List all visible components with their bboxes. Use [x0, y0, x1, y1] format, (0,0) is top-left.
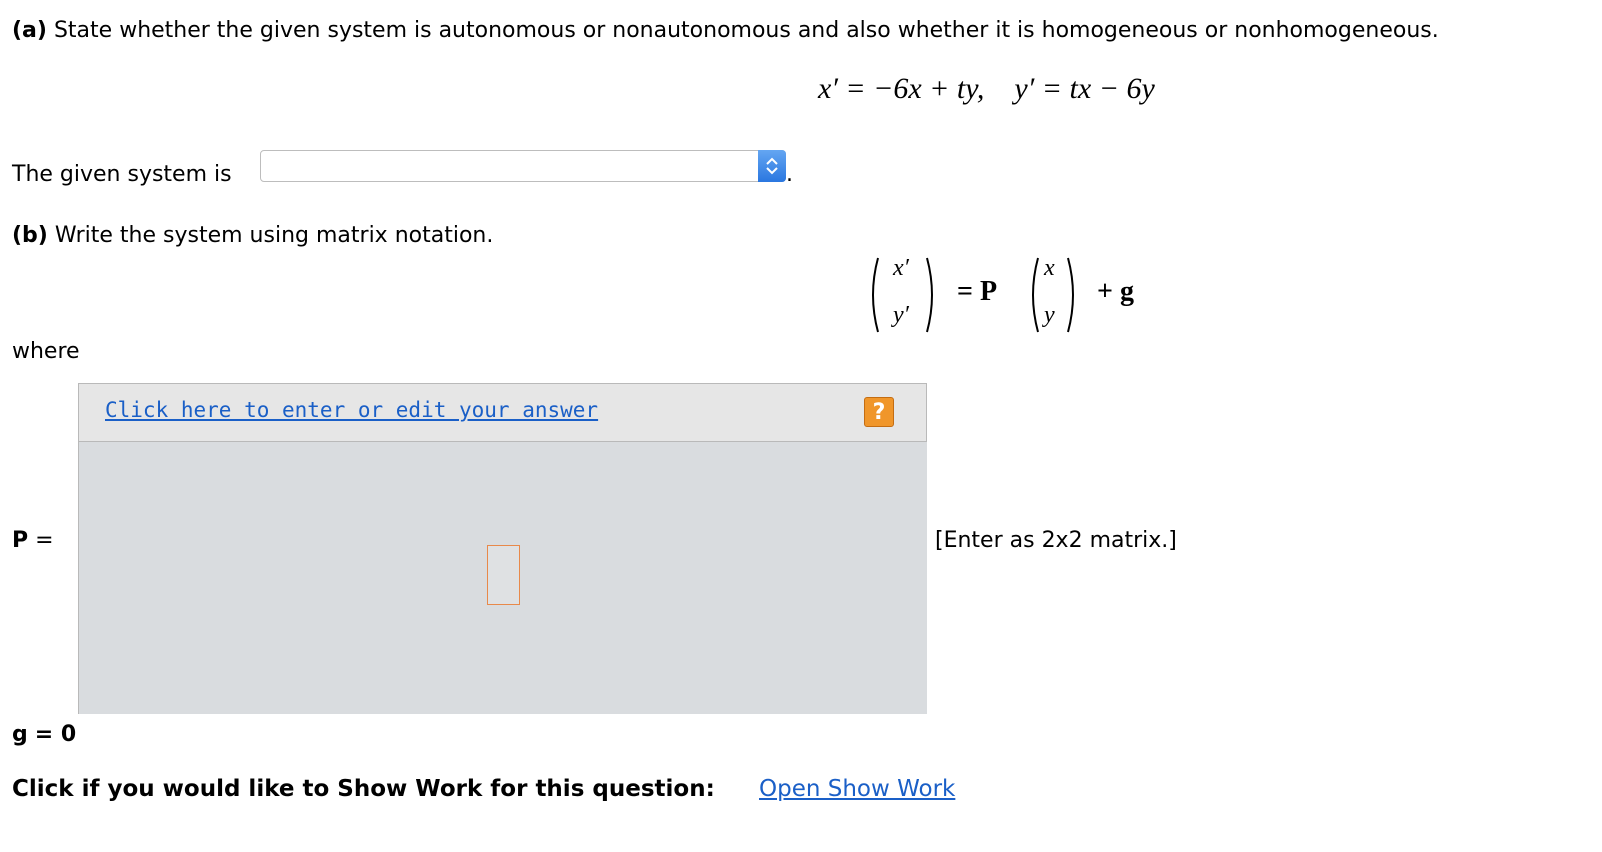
eq-top-right: x — [1044, 255, 1055, 281]
help-icon[interactable]: ? — [864, 397, 894, 427]
left-paren-open — [872, 257, 879, 333]
eq-top-left: x′ — [893, 255, 909, 281]
p-label: P — [12, 528, 29, 553]
matrix-hint: [Enter as 2x2 matrix.] — [935, 528, 1177, 553]
part-a-label: (a) — [12, 18, 47, 43]
system-type-select[interactable] — [260, 150, 786, 182]
right-paren-open — [1032, 257, 1039, 333]
g-value: = 0 — [34, 722, 77, 747]
part-b-label: (b) — [12, 223, 48, 248]
p-label-row: P = — [12, 528, 54, 553]
system-equation: x′ = −6x + ty, y′ = tx − 6y — [818, 72, 1155, 105]
answer-editor-area[interactable] — [78, 442, 927, 714]
matrix-input-slot[interactable] — [487, 545, 520, 605]
eq-bottom-right: y — [1044, 302, 1055, 328]
where-label: where — [12, 339, 80, 364]
g-row: g = 0 — [12, 722, 76, 747]
right-paren-close — [1067, 257, 1074, 333]
show-work-prompt: Click if you would like to Show Work for… — [12, 776, 715, 802]
eq-plus-g: + g — [1097, 276, 1134, 307]
part-a-question: (a) State whether the given system is au… — [12, 18, 1439, 43]
enter-answer-link[interactable]: Click here to enter or edit your answer — [105, 398, 598, 422]
answer-suffix: . — [786, 162, 793, 187]
open-show-work-link[interactable]: Open Show Work — [759, 776, 955, 802]
select-arrow-icon[interactable] — [758, 150, 786, 182]
eq-equals-p: = P — [957, 276, 998, 307]
left-paren-close — [926, 257, 933, 333]
answer-editor-toolbar: Click here to enter or edit your answer … — [78, 383, 927, 442]
p-equals: = — [35, 528, 54, 553]
g-label: g — [12, 722, 28, 747]
eq-bottom-left: y′ — [893, 302, 909, 328]
answer-prefix: The given system is — [12, 162, 232, 187]
part-b-text: Write the system using matrix notation. — [54, 223, 494, 248]
part-b-question: (b) Write the system using matrix notati… — [12, 223, 493, 248]
part-a-text: State whether the given system is autono… — [53, 18, 1439, 43]
